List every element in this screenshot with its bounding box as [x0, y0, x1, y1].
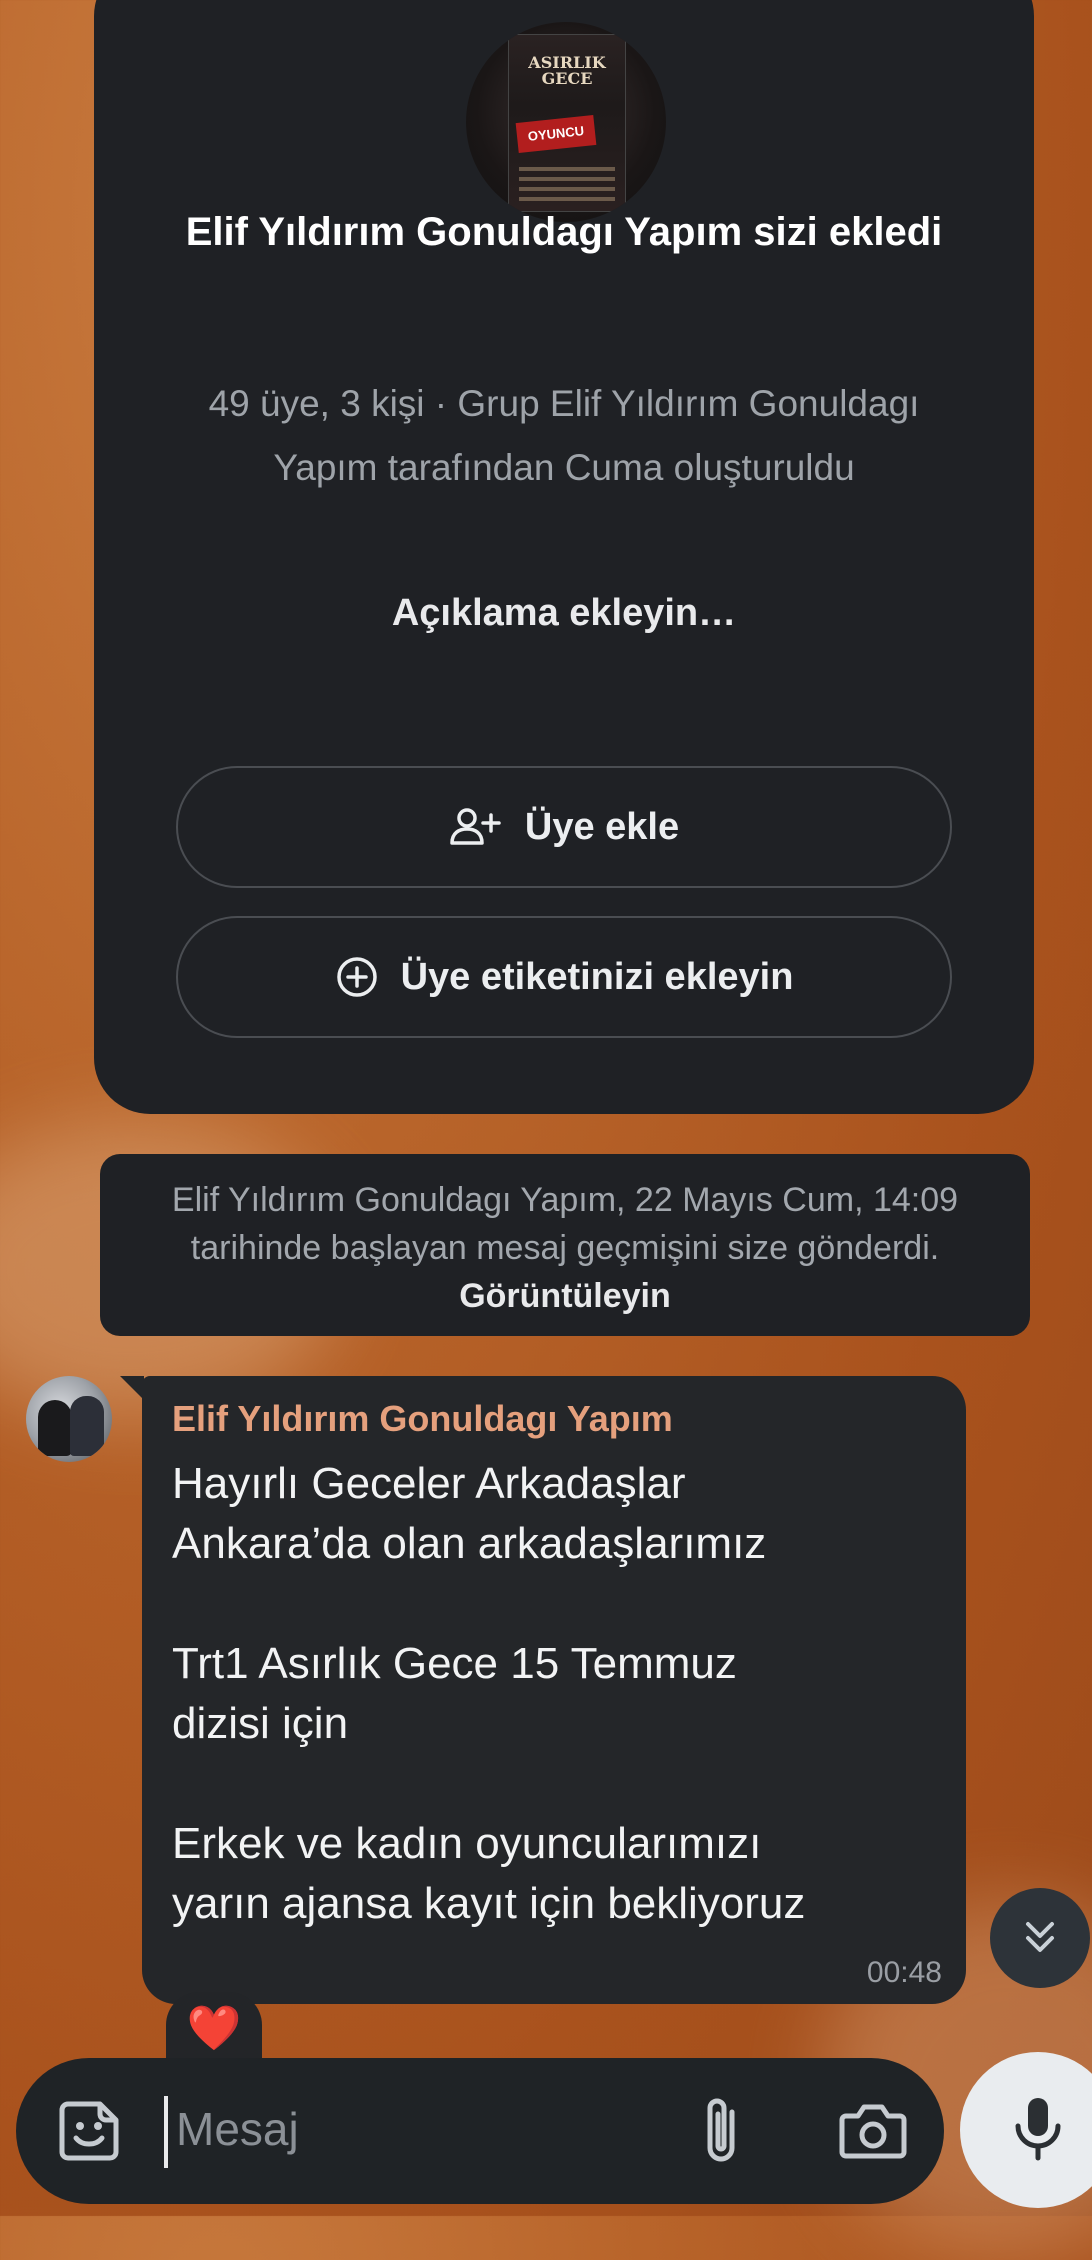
heart-reaction-icon: ❤️: [186, 2004, 242, 2053]
add-person-icon: [450, 808, 501, 845]
text-cursor: [164, 2096, 168, 2168]
add-member-tag-label: Üye etiketinizi ekleyin: [400, 955, 794, 998]
group-info-card: ASIRLIK GECE OYUNCU Elif Yıldırım Gonuld…: [94, 0, 1034, 1114]
scroll-to-bottom-button[interactable]: [990, 1888, 1090, 1988]
group-meta: 49 üye, 3 kişi · Grup Elif Yıldırım Gonu…: [208, 383, 920, 488]
group-avatar-poster: ASIRLIK GECE OYUNCU: [508, 34, 626, 212]
message-input[interactable]: Mesaj: [176, 2102, 299, 2156]
add-member-tag-button[interactable]: Üye etiketinizi ekleyin: [176, 916, 952, 1038]
message-sender[interactable]: Elif Yıldırım Gonuldagı Yapım: [172, 1398, 673, 1440]
sticker-icon[interactable]: [54, 2096, 124, 2166]
message-bubble[interactable]: Elif Yıldırım Gonuldagı Yapım Hayırlı Ge…: [120, 1376, 966, 2004]
view-history-link[interactable]: Görüntüleyin: [459, 1277, 671, 1315]
plus-circle-icon: [336, 957, 377, 997]
microphone-icon: [1015, 2098, 1061, 2161]
group-added-title: Elif Yıldırım Gonuldagı Yapım sizi ekled…: [185, 210, 943, 254]
history-notice: Elif Yıldırım Gonuldagı Yapım, 22 Mayıs …: [100, 1154, 1030, 1336]
message-composer: Mesaj: [16, 2058, 944, 2204]
chevron-double-down-icon: [1026, 1922, 1054, 1952]
add-member-button[interactable]: Üye ekle: [176, 766, 952, 888]
sender-avatar[interactable]: [26, 1376, 112, 1462]
reaction-badge[interactable]: ❤️: [166, 1992, 262, 2058]
add-description-link[interactable]: Açıklama ekleyin…: [94, 592, 1034, 635]
add-member-label: Üye ekle: [524, 805, 680, 848]
paperclip-icon[interactable]: [696, 2092, 746, 2170]
poster-badge: OYUNCU: [515, 115, 597, 153]
camera-icon[interactable]: [838, 2098, 908, 2162]
group-avatar[interactable]: ASIRLIK GECE OYUNCU: [466, 22, 666, 222]
message-time: 00:48: [866, 1956, 942, 1989]
poster-title: ASIRLIK GECE: [528, 53, 606, 88]
history-notice-text: Elif Yıldırım Gonuldagı Yapım, 22 Mayıs …: [171, 1181, 959, 1267]
message-text: Hayırlı Geceler Arkadaşlar Ankara’da ola…: [172, 1459, 806, 1928]
